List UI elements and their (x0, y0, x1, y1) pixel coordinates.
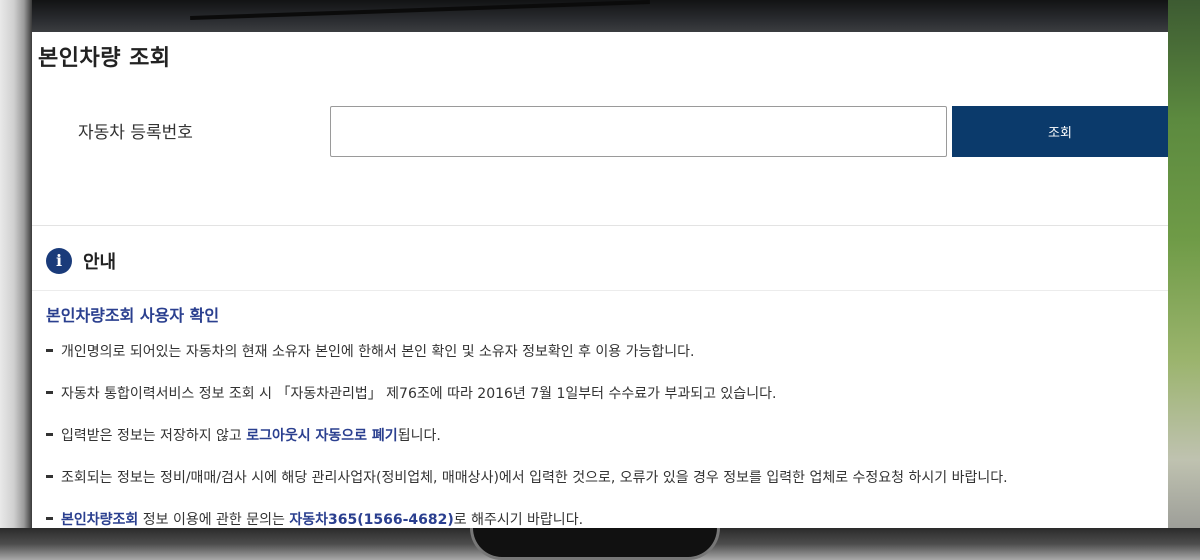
notice-text: 조회되는 정보는 정비/매매/검사 시에 해당 관리사업자(정비업체, 매매상사… (61, 470, 1008, 486)
section-divider (32, 225, 1168, 226)
notice-text: 로 해주시기 바랍니다. (453, 512, 584, 528)
background-right-edge (1168, 0, 1200, 560)
page-title: 본인차량 조회 (38, 46, 171, 71)
wiper-shape (190, 0, 650, 21)
notice-highlight: 로그아웃시 자동으로 폐기 (246, 428, 398, 444)
guide-title: 안내 (83, 252, 117, 273)
list-item: 입력받은 정보는 저장하지 않고 로그아웃시 자동으로 폐기됩니다. (46, 425, 1166, 467)
notice-text: 개인명의로 되어있는 자동차의 현재 소유자 본인에 한해서 본인 확인 및 소… (61, 344, 695, 360)
background-bottom-edge (0, 528, 1200, 560)
dash-bullet-icon (46, 432, 53, 436)
list-item: 조회되는 정보는 정비/매매/검사 시에 해당 관리사업자(정비업체, 매매상사… (46, 467, 1166, 509)
notice-text: 정보 이용에 관한 문의는 (138, 512, 290, 528)
background-left-edge (0, 0, 32, 560)
vehicle-lookup-panel: 본인차량 조회 자동차 등록번호 조회 i 안내 본인차량조회 사용자 확인 개… (32, 32, 1168, 528)
notice-highlight: 본인차량조회 (61, 512, 139, 528)
list-item: 자동차 통합이력서비스 정보 조회 시 「자동차관리법」 제76조에 따라 20… (46, 383, 1166, 425)
contact-highlight: 자동차365(1566-4682) (289, 512, 454, 528)
tire-shape (470, 528, 720, 560)
guide-divider (32, 290, 1168, 291)
notice-text: 입력받은 정보는 저장하지 않고 (61, 428, 247, 444)
registration-number-label: 자동차 등록번호 (78, 123, 193, 143)
notice-text: 자동차 통합이력서비스 정보 조회 시 「자동차관리법」 제76조에 따라 20… (61, 386, 777, 402)
info-icon: i (46, 248, 72, 274)
dash-bullet-icon (46, 474, 53, 478)
user-confirmation-heading: 본인차량조회 사용자 확인 (46, 306, 220, 325)
notice-text: 됩니다. (397, 428, 441, 444)
dash-bullet-icon (46, 348, 53, 352)
notice-list: 개인명의로 되어있는 자동차의 현재 소유자 본인에 한해서 본인 확인 및 소… (46, 341, 1166, 528)
dash-bullet-icon (46, 516, 53, 520)
search-button[interactable]: 조회 (952, 106, 1168, 157)
registration-number-input[interactable] (330, 106, 947, 157)
list-item: 개인명의로 되어있는 자동차의 현재 소유자 본인에 한해서 본인 확인 및 소… (46, 341, 1166, 383)
guide-header: i 안내 (46, 248, 116, 274)
dash-bullet-icon (46, 390, 53, 394)
list-item: 본인차량조회 정보 이용에 관한 문의는 자동차365(1566-4682)로 … (46, 509, 1166, 528)
background-top-edge (0, 0, 1200, 32)
